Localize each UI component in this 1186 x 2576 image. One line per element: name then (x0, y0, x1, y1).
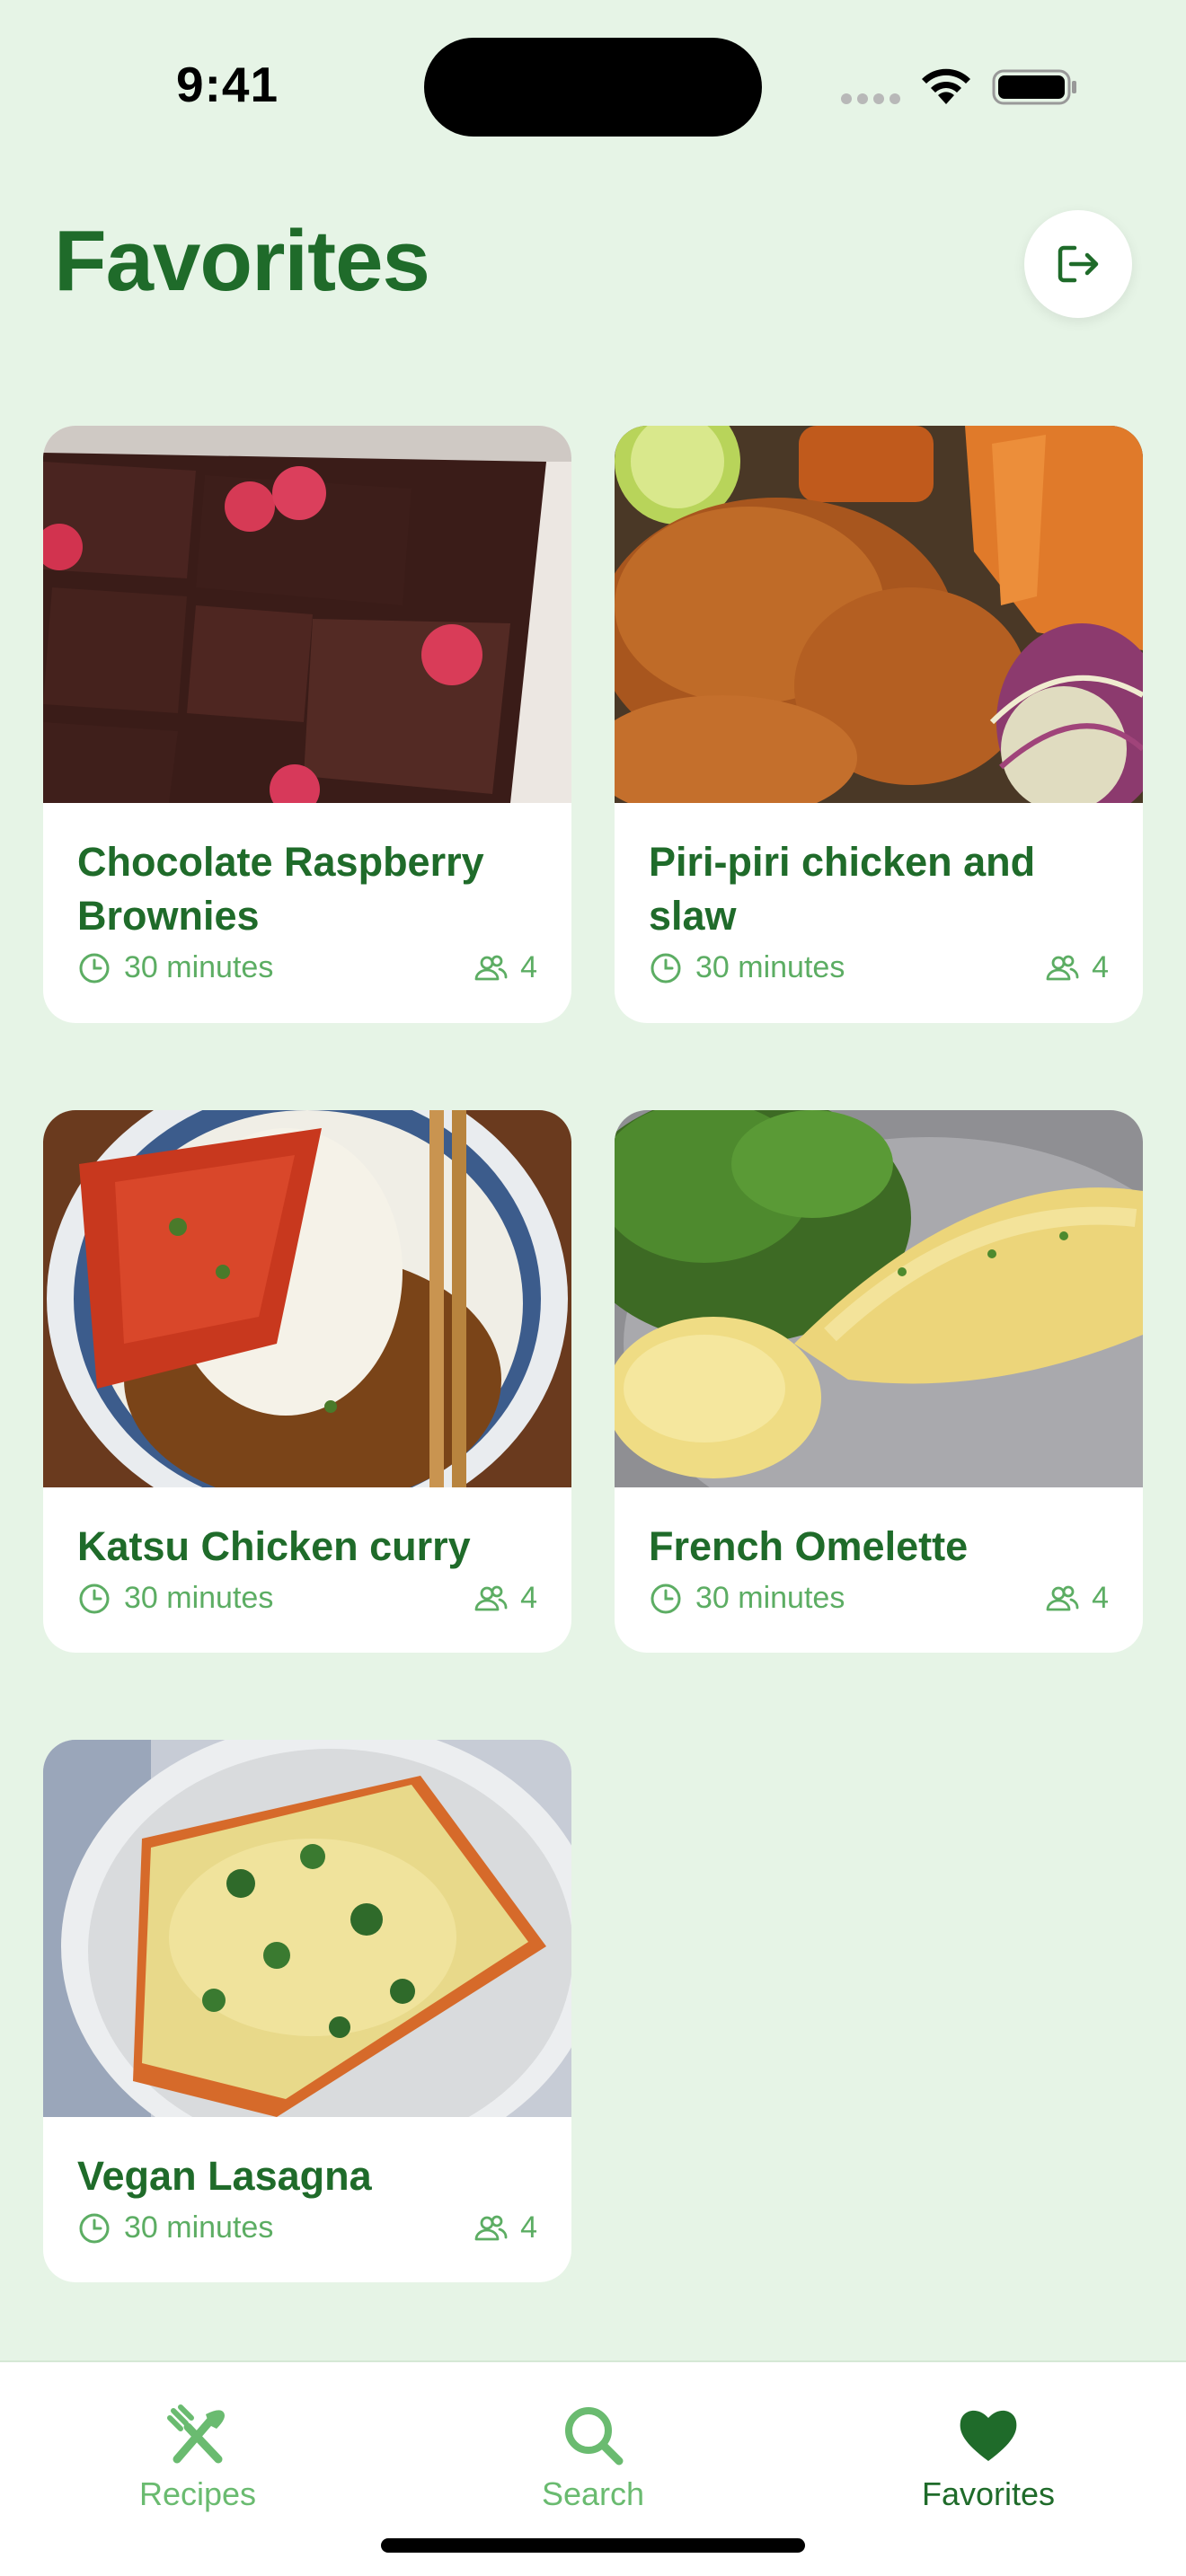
recipe-time: 30 minutes (124, 1581, 274, 1615)
recipe-title: Vegan Lasagna (77, 2153, 372, 2199)
recipe-card[interactable]: Katsu Chicken curry 30 minutes 4 (43, 1110, 571, 1653)
recipe-card[interactable]: Piri-piri chicken and slaw 30 minutes 4 (615, 426, 1143, 1023)
heart-icon (960, 2410, 1017, 2461)
recipe-servings: 4 (520, 1581, 537, 1615)
people-icon (474, 955, 508, 980)
recipe-servings: 4 (1092, 950, 1109, 984)
clock-icon (79, 953, 110, 983)
clock-icon (79, 2213, 110, 2243)
recipe-card[interactable]: Chocolate Raspberry Brownies 30 minutes … (43, 426, 571, 1023)
dynamic-island (424, 38, 762, 137)
tab-search[interactable]: Search (458, 2402, 728, 2513)
clock-icon (79, 1584, 110, 1613)
fork-knife-icon (167, 2404, 225, 2464)
recipe-servings: 4 (520, 950, 537, 984)
home-indicator (381, 2538, 805, 2553)
tab-label: Search (541, 2475, 645, 2512)
page-title: Favorites (54, 213, 430, 309)
search-icon (565, 2407, 624, 2466)
katsu-curry-photo (43, 1110, 571, 1487)
people-icon (474, 2215, 508, 2240)
recipe-servings: 4 (520, 2210, 537, 2245)
recipe-title: Katsu Chicken curry (77, 1523, 471, 1569)
clock-icon (651, 1584, 681, 1613)
people-icon (474, 1585, 508, 1610)
omelette-photo (615, 1110, 1143, 1487)
battery-icon (992, 69, 1076, 105)
piri-piri-chicken-photo (615, 426, 1143, 803)
recipe-title: Piri-piri chicken and slaw (649, 839, 1036, 939)
people-icon (1046, 1585, 1079, 1610)
status-time: 9:41 (176, 57, 279, 112)
wifi-icon (922, 68, 970, 104)
tab-label: Favorites (921, 2475, 1056, 2512)
logout-button[interactable] (1024, 210, 1132, 318)
recipe-time: 30 minutes (695, 1581, 845, 1615)
recipe-title: French Omelette (649, 1523, 969, 1569)
recipe-time: 30 minutes (124, 950, 274, 984)
tab-favorites[interactable]: Favorites (854, 2402, 1123, 2513)
clock-icon (651, 953, 681, 983)
tab-recipes[interactable]: Recipes (63, 2402, 332, 2513)
people-icon (1046, 955, 1079, 980)
logout-icon (1058, 245, 1099, 283)
recipe-title: Chocolate Raspberry Brownies (77, 839, 484, 939)
recipe-servings: 4 (1092, 1581, 1109, 1615)
tab-label: Recipes (138, 2475, 257, 2512)
cellular-signal-icon (841, 93, 900, 104)
recipe-time: 30 minutes (124, 2210, 274, 2245)
recipe-time: 30 minutes (695, 950, 845, 984)
lasagna-photo (43, 1740, 571, 2117)
recipe-card[interactable]: French Omelette 30 minutes 4 (615, 1110, 1143, 1653)
brownies-photo (43, 426, 571, 803)
status-bar: 9:41 (0, 0, 1186, 171)
recipe-card[interactable]: Vegan Lasagna 30 minutes 4 (43, 1740, 571, 2282)
